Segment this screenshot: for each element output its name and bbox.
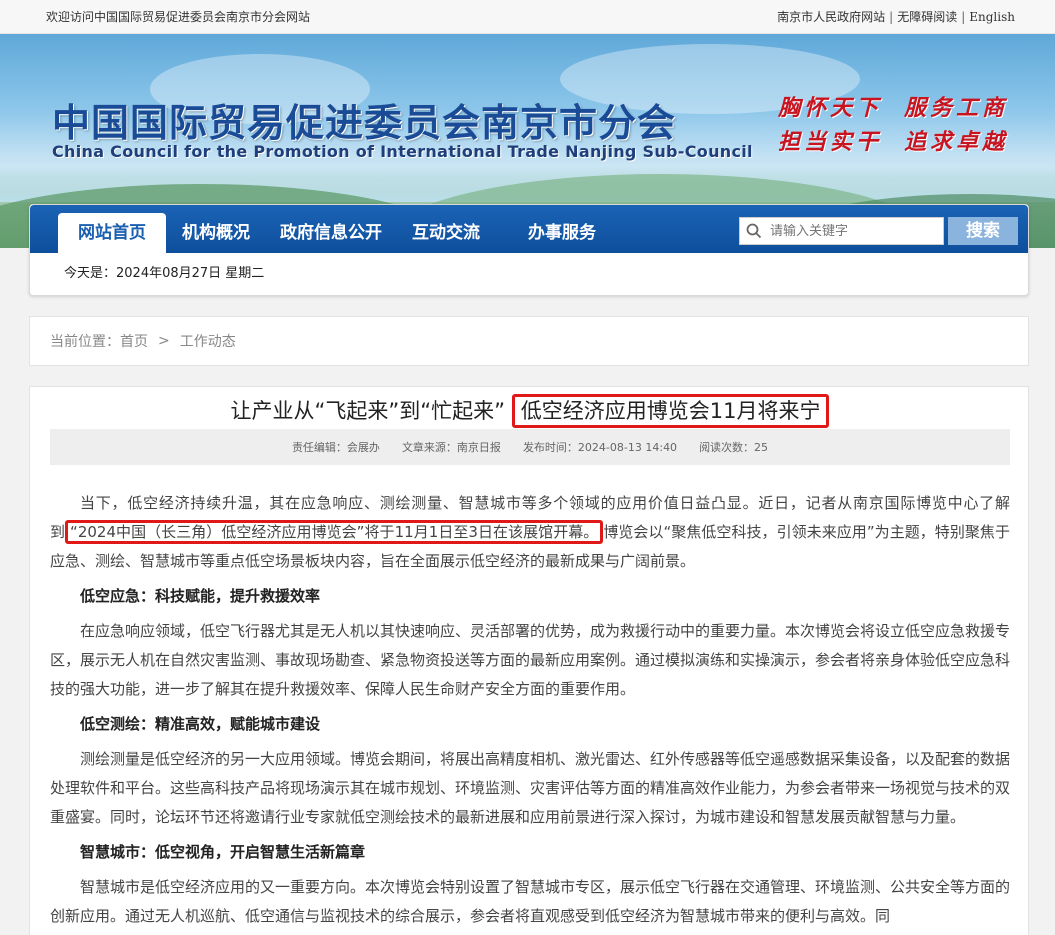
nav-about[interactable]: 机构概况 xyxy=(168,213,264,253)
link-accessibility[interactable]: 无障碍阅读 xyxy=(897,8,957,25)
nav-services[interactable]: 办事服务 xyxy=(514,213,610,253)
top-bar: 欢迎访问中国国际贸易促进委员会南京市分会网站 南京市人民政府网站 | 无障碍阅读… xyxy=(0,0,1055,34)
main-nav: 网站首页 机构概况 政府信息公开 互动交流 办事服务 搜索 xyxy=(30,205,1028,253)
main-navigation-panel: 网站首页 机构概况 政府信息公开 互动交流 办事服务 搜索 今天是：2024年0… xyxy=(29,204,1029,296)
section-heading-smart-city: 智慧城市：低空视角，开启智慧生活新篇章 xyxy=(80,843,366,861)
link-english[interactable]: English xyxy=(969,10,1015,24)
article-body: 当下，低空经济持续升温，其在应急响应、测绘测量、智慧城市等多个领域的应用价值日益… xyxy=(50,489,1010,935)
nav-home[interactable]: 网站首页 xyxy=(58,213,166,253)
intro-paragraph: 当下，低空经济持续升温，其在应急响应、测绘测量、智慧城市等多个领域的应用价值日益… xyxy=(50,494,1010,570)
intro-highlight: “2024中国（长三角）低空经济应用博览会”将于11月1日至3日在该展馆开幕。 xyxy=(65,520,604,544)
section-text-emergency: 在应急响应领域，低空飞行器尤其是无人机以其快速响应、灵活部署的优势，成为救援行动… xyxy=(50,622,1011,698)
nav-interaction[interactable]: 互动交流 xyxy=(398,213,494,253)
breadcrumb-home[interactable]: 首页 xyxy=(120,334,148,350)
slogan-4: 追求卓越 xyxy=(904,129,1009,155)
slogan-2: 服务工商 xyxy=(904,95,1009,121)
breadcrumb-current[interactable]: 工作动态 xyxy=(180,331,236,351)
section-heading-mapping: 低空测绘：精准高效，赋能城市建设 xyxy=(80,715,321,733)
breadcrumb-label: 当前位置：首页 xyxy=(50,334,148,350)
welcome-text: 欢迎访问中国国际贸易促进委员会南京市分会网站 xyxy=(46,10,311,24)
article-title-main: 让产业从“飞起来”到“忙起来” xyxy=(230,399,506,423)
search-button[interactable]: 搜索 xyxy=(948,217,1018,245)
separator: | xyxy=(889,9,894,24)
article-meta: 责任编辑：会展办 文章来源：南京日报 发布时间：2024-08-13 14:40… xyxy=(50,429,1010,465)
top-links: 南京市人民政府网站 | 无障碍阅读 | English xyxy=(777,8,1015,25)
nav-gov-info[interactable]: 政府信息公开 xyxy=(266,213,396,253)
breadcrumb: 当前位置：首页 > 工作动态 xyxy=(29,316,1029,366)
breadcrumb-separator: > xyxy=(158,333,170,349)
article-container: 让产业从“飞起来”到“忙起来” 低空经济应用博览会11月将来宁 责任编辑：会展办… xyxy=(29,386,1029,935)
slogan-3: 担当实干 xyxy=(778,129,883,155)
search-input[interactable] xyxy=(770,223,930,239)
article-title-highlight: 低空经济应用博览会11月将来宁 xyxy=(511,394,830,428)
section-heading-emergency: 低空应急：科技赋能，提升救援效率 xyxy=(80,587,321,605)
meta-views: 阅读次数：25 xyxy=(699,441,769,454)
article-title: 让产业从“飞起来”到“忙起来” 低空经济应用博览会11月将来宁 xyxy=(30,394,1030,428)
date-display: 今天是：2024年08月27日 星期二 xyxy=(64,266,265,281)
meta-time: 发布时间：2024-08-13 14:40 xyxy=(522,441,678,454)
link-nanjing-gov[interactable]: 南京市人民政府网站 xyxy=(777,8,885,25)
meta-editor: 责任编辑：会展办 xyxy=(291,441,380,454)
search-box xyxy=(739,217,944,245)
search-icon xyxy=(746,223,762,239)
separator: | xyxy=(961,9,966,24)
site-logo-subtitle: China Council for the Promotion of Inter… xyxy=(52,142,753,161)
section-text-mapping: 测绘测量是低空经济的另一大应用领域。博览会期间，将展出高精度相机、激光雷达、红外… xyxy=(50,750,1011,826)
meta-source: 文章来源：南京日报 xyxy=(401,441,501,454)
slogan-1: 胸怀天下 xyxy=(778,95,883,121)
section-text-smart-city: 智慧城市是低空经济应用的又一重要方向。本次博览会特别设置了智慧城市专区，展示低空… xyxy=(50,878,1011,925)
search-area: 搜索 xyxy=(739,217,1018,245)
site-logo-title[interactable]: 中国国际贸易促进委员会南京市分会 xyxy=(52,92,676,147)
